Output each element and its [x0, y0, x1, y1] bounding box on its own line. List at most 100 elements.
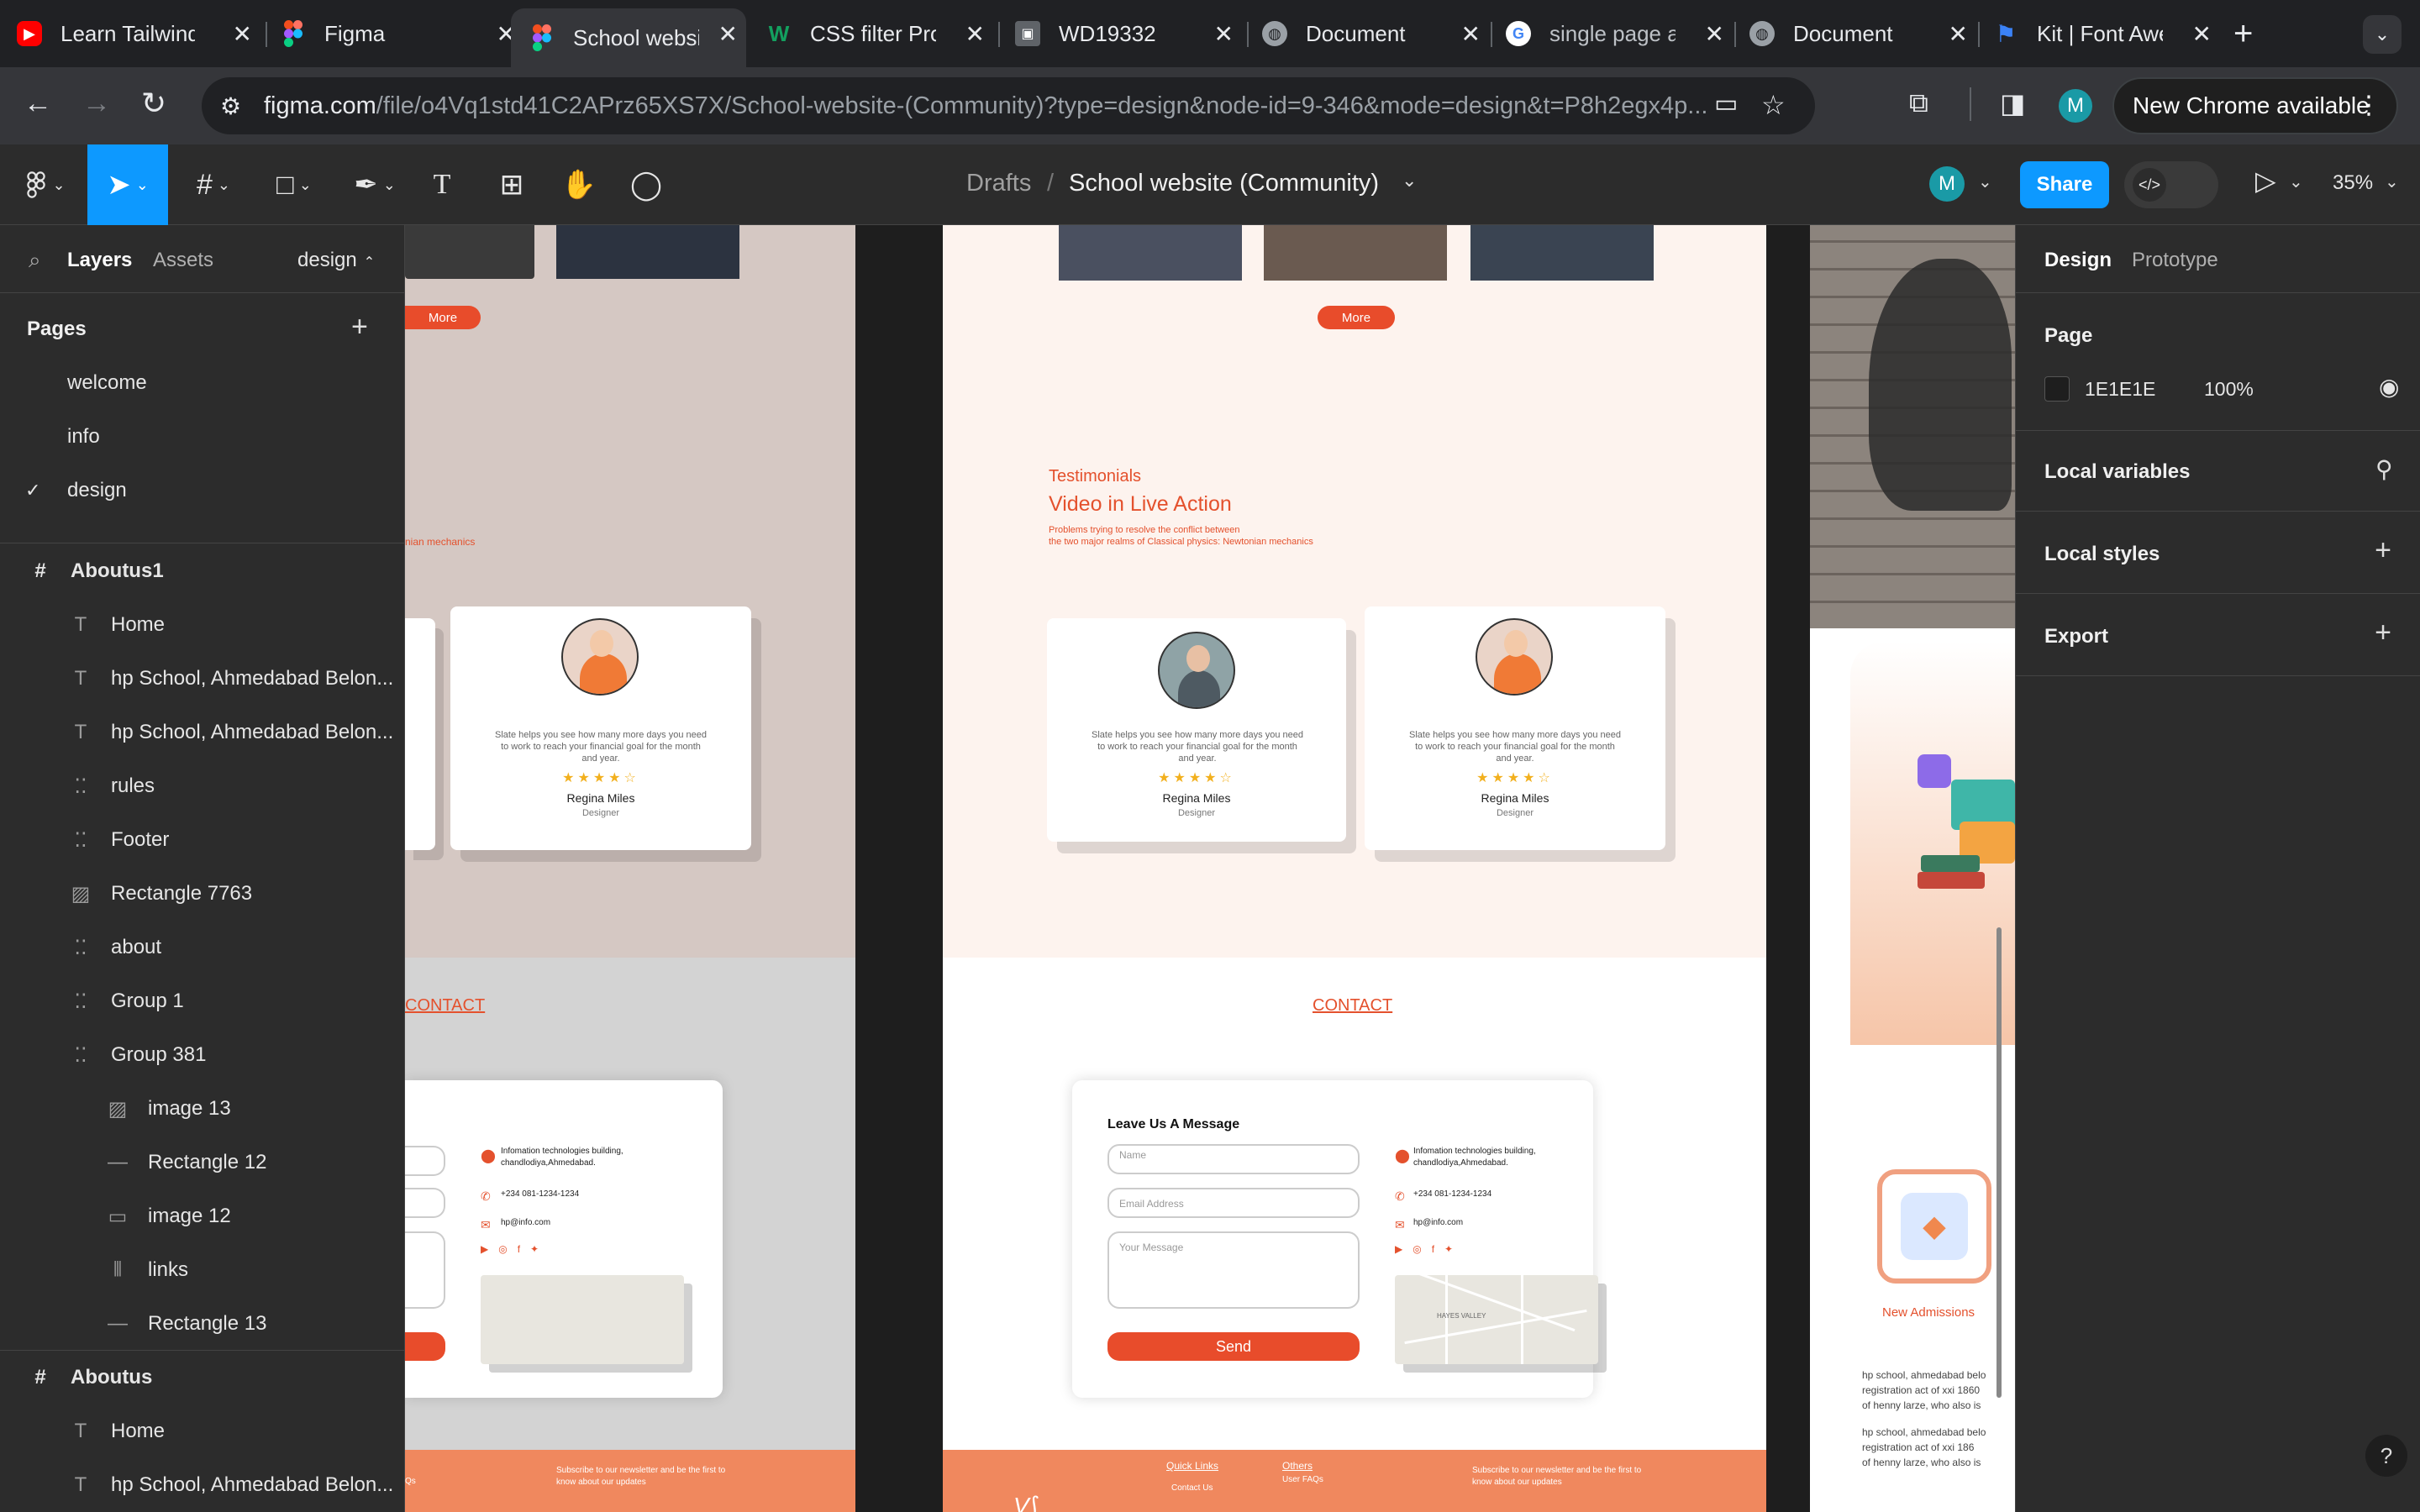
comment-tool-button[interactable]: ◯ [625, 144, 667, 225]
new-chrome-available-button[interactable]: New Chrome available ⋮ [2112, 77, 2398, 134]
layer-row[interactable]: ⁚⁚ Group 1 [0, 974, 405, 1028]
add-style-icon[interactable]: + [2375, 534, 2391, 567]
browser-tab[interactable]: ◍ Document ✕ [1262, 8, 1489, 59]
browser-tab[interactable]: Figma ✕ [281, 8, 524, 59]
bookmark-star-icon[interactable]: ☆ [1761, 89, 1786, 121]
send-button[interactable]: Send [1107, 1332, 1360, 1361]
layer-row[interactable]: Thp School, Ahmedabad Belon... [0, 652, 405, 706]
add-page-icon[interactable]: + [351, 311, 368, 344]
close-icon[interactable]: ✕ [2192, 20, 2212, 48]
browser-tab[interactable]: ▣ WD19332 ✕ [1015, 8, 1242, 59]
pen-tool-button[interactable]: ✒ ⌄ [343, 144, 407, 225]
email-field[interactable]: Email Address [1107, 1188, 1360, 1218]
layer-row[interactable]: ⁚⁚ Footer [0, 813, 405, 867]
layer-row[interactable]: ⁚⁚ about [0, 921, 405, 974]
forward-button[interactable]: → [82, 87, 111, 120]
layer-row[interactable]: ▨ image 13 [0, 1082, 405, 1136]
layer-row[interactable]: Thp School, Ahmedabad Belon... [0, 1458, 405, 1512]
layer-row[interactable]: ⁚⁚ rules [0, 759, 405, 813]
eye-icon[interactable]: ◉ [2379, 373, 2399, 401]
browser-tab[interactable]: ◍ Document ✕ [1749, 8, 1976, 59]
page-selector[interactable]: design ⌃ [297, 249, 375, 272]
browser-tab[interactable]: ⚑ Kit | Font Awe ✕ [1993, 8, 2220, 59]
site-settings-icon[interactable]: ⚙ [220, 92, 241, 120]
page-item[interactable]: info [0, 410, 405, 464]
browser-tab-active[interactable]: School website ✕ [511, 8, 746, 67]
close-icon[interactable]: ✕ [1461, 20, 1481, 48]
close-icon[interactable]: ✕ [965, 20, 985, 48]
layer-row[interactable]: — Rectangle 12 [0, 1136, 405, 1189]
name-field[interactable]: Name [1107, 1144, 1360, 1174]
add-export-icon[interactable]: + [2375, 617, 2391, 649]
message-field[interactable] [405, 1231, 445, 1309]
layer-row[interactable]: ⦀ links [0, 1243, 405, 1297]
footer-link[interactable]: Contact Us [1171, 1483, 1213, 1493]
tab-design[interactable]: Design [2044, 249, 2112, 272]
text-tool-button[interactable]: T [424, 144, 460, 225]
clipboard-icon[interactable]: ▭ [1714, 89, 1738, 118]
browser-tab[interactable]: G single page a ✕ [1506, 8, 1733, 59]
search-icon[interactable]: ⌕ [29, 247, 41, 274]
present-play-icon[interactable]: ▷ [2255, 165, 2276, 197]
design-canvas[interactable]: More nian mechanics Slate helps you see … [405, 225, 2015, 1512]
email-field[interactable] [405, 1188, 445, 1218]
vertical-scrollbar[interactable] [1996, 927, 2002, 1398]
url-text[interactable]: figma.com/file/o4Vq1std41C2APrz65XS7X/Sc… [264, 92, 1707, 120]
page-opacity[interactable]: 100% [2204, 378, 2254, 401]
name-field[interactable] [405, 1146, 445, 1176]
chevron-down-icon[interactable]: ⌄ [2385, 171, 2399, 192]
more-button[interactable]: More [1318, 306, 1395, 329]
extensions-icon[interactable]: ⧉ [1909, 87, 1928, 119]
profile-avatar[interactable]: M [2059, 89, 2092, 123]
move-tool-button[interactable]: ➤ ⌄ [87, 144, 168, 225]
layer-row[interactable]: ▨ Rectangle 7763 [0, 867, 405, 921]
layer-row[interactable]: Thp School, Ahmedabad Belon... [0, 706, 405, 759]
page-item[interactable]: ✓ design [0, 464, 405, 517]
close-icon[interactable]: ✕ [1214, 20, 1234, 48]
address-bar[interactable]: ⚙ figma.com/file/o4Vq1std41C2APrz65XS7X/… [202, 77, 1815, 134]
close-icon[interactable]: ✕ [1949, 20, 1968, 48]
layer-row[interactable]: # Aboutus1 [0, 544, 405, 598]
layer-row[interactable]: ▭ image 12 [0, 1189, 405, 1243]
new-tab-button[interactable]: + [2233, 15, 2253, 53]
browser-tab[interactable]: ▶ Learn Tailwind ✕ [17, 8, 260, 59]
breadcrumb-drafts[interactable]: Drafts [966, 170, 1031, 197]
figma-main-menu-button[interactable]: ⌄ [17, 144, 76, 225]
page-color-hex[interactable]: 1E1E1E [2085, 378, 2155, 401]
message-field[interactable]: Your Message [1107, 1231, 1360, 1309]
footer-link[interactable]: User FAQs [1282, 1475, 1323, 1484]
back-button[interactable]: ← [24, 87, 52, 120]
send-button[interactable] [405, 1332, 445, 1361]
local-variables-title[interactable]: Local variables [2044, 460, 2190, 484]
frame-tool-button[interactable]: # ⌄ [182, 144, 245, 225]
help-button[interactable]: ? [2365, 1435, 2407, 1477]
tab-layers[interactable]: Layers [67, 249, 132, 272]
chevron-down-icon[interactable]: ⌄ [1402, 170, 1417, 192]
chevron-down-icon[interactable]: ⌄ [1978, 171, 1992, 192]
more-button[interactable]: More [405, 306, 481, 329]
page-color-swatch[interactable] [2044, 376, 2070, 402]
layer-row[interactable]: ⁚⁚ Group 381 [0, 1028, 405, 1082]
layer-row[interactable]: T Home [0, 598, 405, 652]
close-icon[interactable]: ✕ [1705, 20, 1724, 48]
hand-tool-button[interactable]: ✋ [558, 144, 600, 225]
layer-row[interactable]: — Rectangle 13 [0, 1297, 405, 1351]
browser-tab[interactable]: W CSS filter Pro ✕ [766, 8, 993, 59]
chevron-down-icon[interactable]: ⌄ [2289, 171, 2303, 192]
avatar[interactable]: M [1929, 166, 1965, 202]
layer-row[interactable]: # Aboutus [0, 1351, 405, 1404]
layer-row[interactable]: T Home [0, 1404, 405, 1458]
tab-assets[interactable]: Assets [153, 249, 213, 272]
reload-button[interactable]: ↻ [141, 86, 166, 121]
share-button[interactable]: Share [2020, 161, 2109, 208]
file-name[interactable]: School website (Community) [1069, 170, 1379, 197]
tab-prototype[interactable]: Prototype [2132, 249, 2218, 272]
side-panel-icon[interactable]: ◨ [2000, 87, 2025, 119]
close-icon[interactable]: ✕ [718, 20, 738, 48]
zoom-level[interactable]: 35% [2333, 171, 2373, 195]
shape-tool-button[interactable]: □ ⌄ [262, 144, 326, 225]
resources-tool-button[interactable]: ⊞ [491, 144, 533, 225]
variables-sliders-icon[interactable]: ⚲ [2375, 455, 2393, 483]
close-icon[interactable]: ✕ [233, 20, 252, 48]
tab-search-button[interactable]: ⌄ [2363, 15, 2402, 54]
